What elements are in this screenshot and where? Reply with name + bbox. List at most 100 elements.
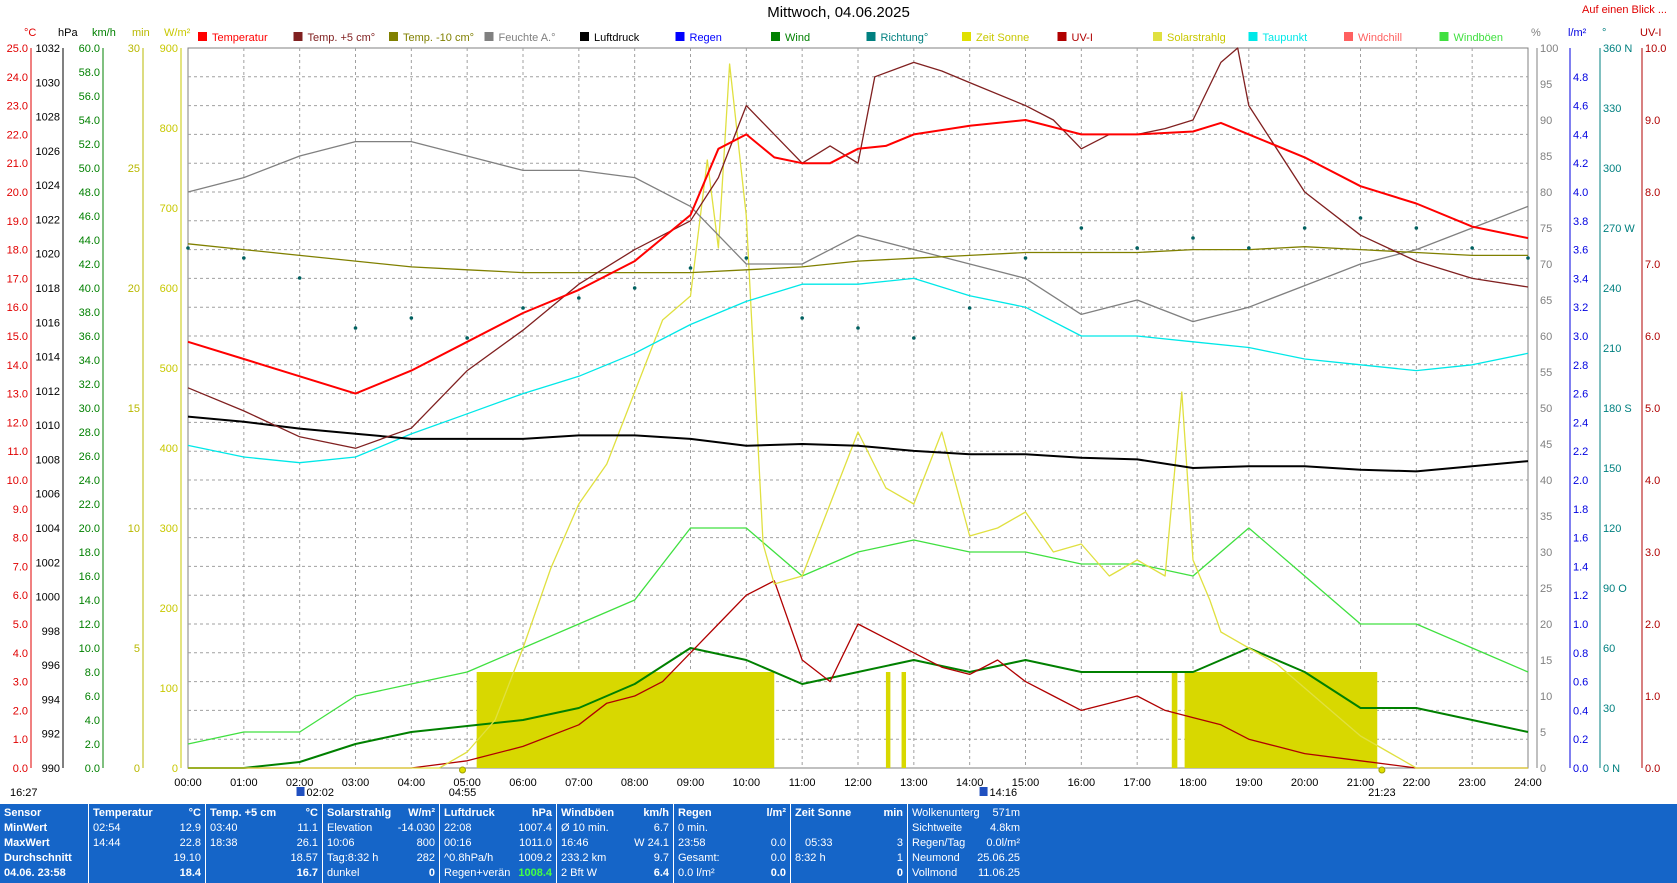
sunshine-block [1171,672,1178,768]
left-axis-tick-label: 500 [160,363,178,375]
wind-direction-dot [577,296,581,300]
right-axis-tick-label: 1.4 [1573,561,1588,573]
left-axis-tick-label: 400 [160,443,178,455]
wind-direction-dot [1079,226,1084,230]
stats-temp5-header: Temp. +5 cm [210,807,277,819]
left-axis-tick-label: 1000 [36,592,60,604]
stats-wind-current: 6.4 [653,867,669,879]
chart-grid [187,47,1529,769]
right-axis-tick-label: 6.0 [1645,331,1660,343]
right-axis-tick-label: 2.0 [1645,619,1660,631]
right-axis-tick-label: 5 [1540,727,1546,739]
left-axis-tick-label: 994 [42,694,60,706]
right-axis-tick-label: 95 [1540,79,1552,91]
left-axis-tick-label: 32.0 [79,379,100,391]
right-axis-tick-label: 40 [1540,475,1552,487]
right-axis-tick-label: 4.8 [1573,72,1588,84]
left-axis-tick-label: 30 [128,43,140,55]
left-axis-tick-label: 18.0 [7,245,28,257]
left-axis-tick-label: 0 [134,763,140,775]
right-axis-tick-label: 1.8 [1573,504,1588,516]
stats-wind-avg-label: Ø 10 min. [561,822,609,834]
x-axis-tick-label: 23:00 [1458,777,1486,789]
right-axis-tick-label: 9.0 [1645,115,1660,127]
stats-temp-column: Temperatur °C 02:54 12.9 14:44 22.8 19.10 1… [89,804,206,883]
sun-time-label: 21:23 [1368,787,1396,799]
right-axis-tick-label: 10 [1540,691,1552,703]
right-axis-tick-label: 35 [1540,511,1552,523]
right-axis-tick-label: 0.4 [1573,705,1588,717]
right-axis-tick-label: 3.4 [1573,273,1588,285]
left-axis-tick-label: 24.0 [7,72,28,84]
x-axis-tick-label: 07:00 [565,777,593,789]
right-axis-tick-label: 60 [1603,643,1615,655]
stats-rain-time: 23:58 [678,837,706,849]
left-axis-tick-label: 1028 [36,112,60,124]
left-axis-tick-label: 0.0 [85,763,100,775]
stats-solar-state: dunkel [327,867,360,879]
legend-label: Temperatur [212,32,268,44]
stats-temp5-current: 16.7 [296,867,318,879]
stats-sun-avg: 1 [896,852,903,864]
legend-label: Taupunkt [1263,32,1308,44]
right-axis-tick-label: 15 [1540,655,1552,667]
x-axis-tick-label: 04:00 [398,777,426,789]
legend-swatch [866,32,876,41]
left-axis-tick-label: 11.0 [7,446,28,458]
right-axis-tick-label: 60 [1540,331,1552,343]
x-axis-tick-label: 12:00 [844,777,872,789]
left-axis-tick-label: 1030 [36,77,60,89]
stats-sensor-header: Sensor [4,807,42,819]
wind-direction-dot [1023,256,1028,260]
stats-fullmoon-label: Vollmond [912,867,958,879]
right-axis-tick-label: 2.6 [1573,389,1588,401]
moon-icon [979,787,988,796]
stats-rain-column: Regen l/m² 0 min. 23:58 0.0 Gesamt: 0.0 0.0… [674,804,791,883]
left-axis-tick-label: 23.0 [7,101,28,113]
right-axis-tick-label: 30 [1603,703,1615,715]
x-axis-ticks: 00:00 01:00 02:00 03:00 04:00 05:00 06:00 07:00… [174,777,1542,789]
stats-pressure-trend: ^0.8hPa/h [444,852,494,864]
stats-solar-current: 0 [428,867,435,879]
right-axis-tick-label: 30 [1540,547,1552,559]
left-axis-tick-label: 1018 [36,283,60,295]
stats-wind-run: 233.2 km [561,852,607,864]
legend-label: Zeit Sonne [976,32,1029,44]
wind-direction-dot [967,306,972,310]
x-axis-tick-label: 14:00 [956,777,984,789]
right-axis-tick-label: 3.0 [1573,331,1588,343]
stats-fullmoon: 11.06.25 [977,867,1020,879]
legend-label: Luftdruck [594,32,640,44]
legend-label: Temp. -10 cm° [403,32,474,44]
legend-swatch [1344,32,1353,41]
left-axis-tick-label: 25 [128,163,140,175]
left-axis-tick-label: 58.0 [79,67,100,79]
wind-direction-dot [632,286,637,290]
x-axis-tick-label: 09:00 [677,777,705,789]
stats-solar-elevation-label: Elevation [327,822,373,834]
moon-time-label: 14:16 [990,787,1018,799]
right-axis-tick-label: 1.6 [1573,533,1588,545]
wind-direction-dot [242,256,246,260]
wind-direction-dot [1470,246,1474,250]
left-axis-tick-label: 18.0 [79,547,100,559]
left-axis-tick-label: 28.0 [79,427,100,439]
x-axis-tick-label: 01:00 [230,777,258,789]
overview-link[interactable]: Auf einen Blick ... [1582,4,1667,16]
left-axis-tick-label: 14.0 [7,360,28,372]
left-axis-tick-label: 30.0 [79,403,100,415]
left-axis-tick-label: 1014 [36,352,60,364]
right-axis-tick-label: 150 [1603,463,1621,475]
wind-direction-dot [409,316,414,320]
x-axis-tick-label: 24:00 [1514,777,1542,789]
stats-wind-bft: 2 Bft W [561,867,598,879]
legend-label: Solarstrahlg [1167,32,1226,44]
left-axis-tick-label: 46.0 [79,211,100,223]
right-axis-tick-label: 300 [1603,163,1621,175]
left-axis-tick-label: 2.0 [13,705,28,717]
wind-direction-dot [521,306,525,310]
left-axis-tick-label: 22.0 [7,129,28,141]
right-axis-tick-label: 0 [1540,763,1546,775]
wind-direction-dot [1526,256,1530,260]
legend-swatch [675,32,685,41]
